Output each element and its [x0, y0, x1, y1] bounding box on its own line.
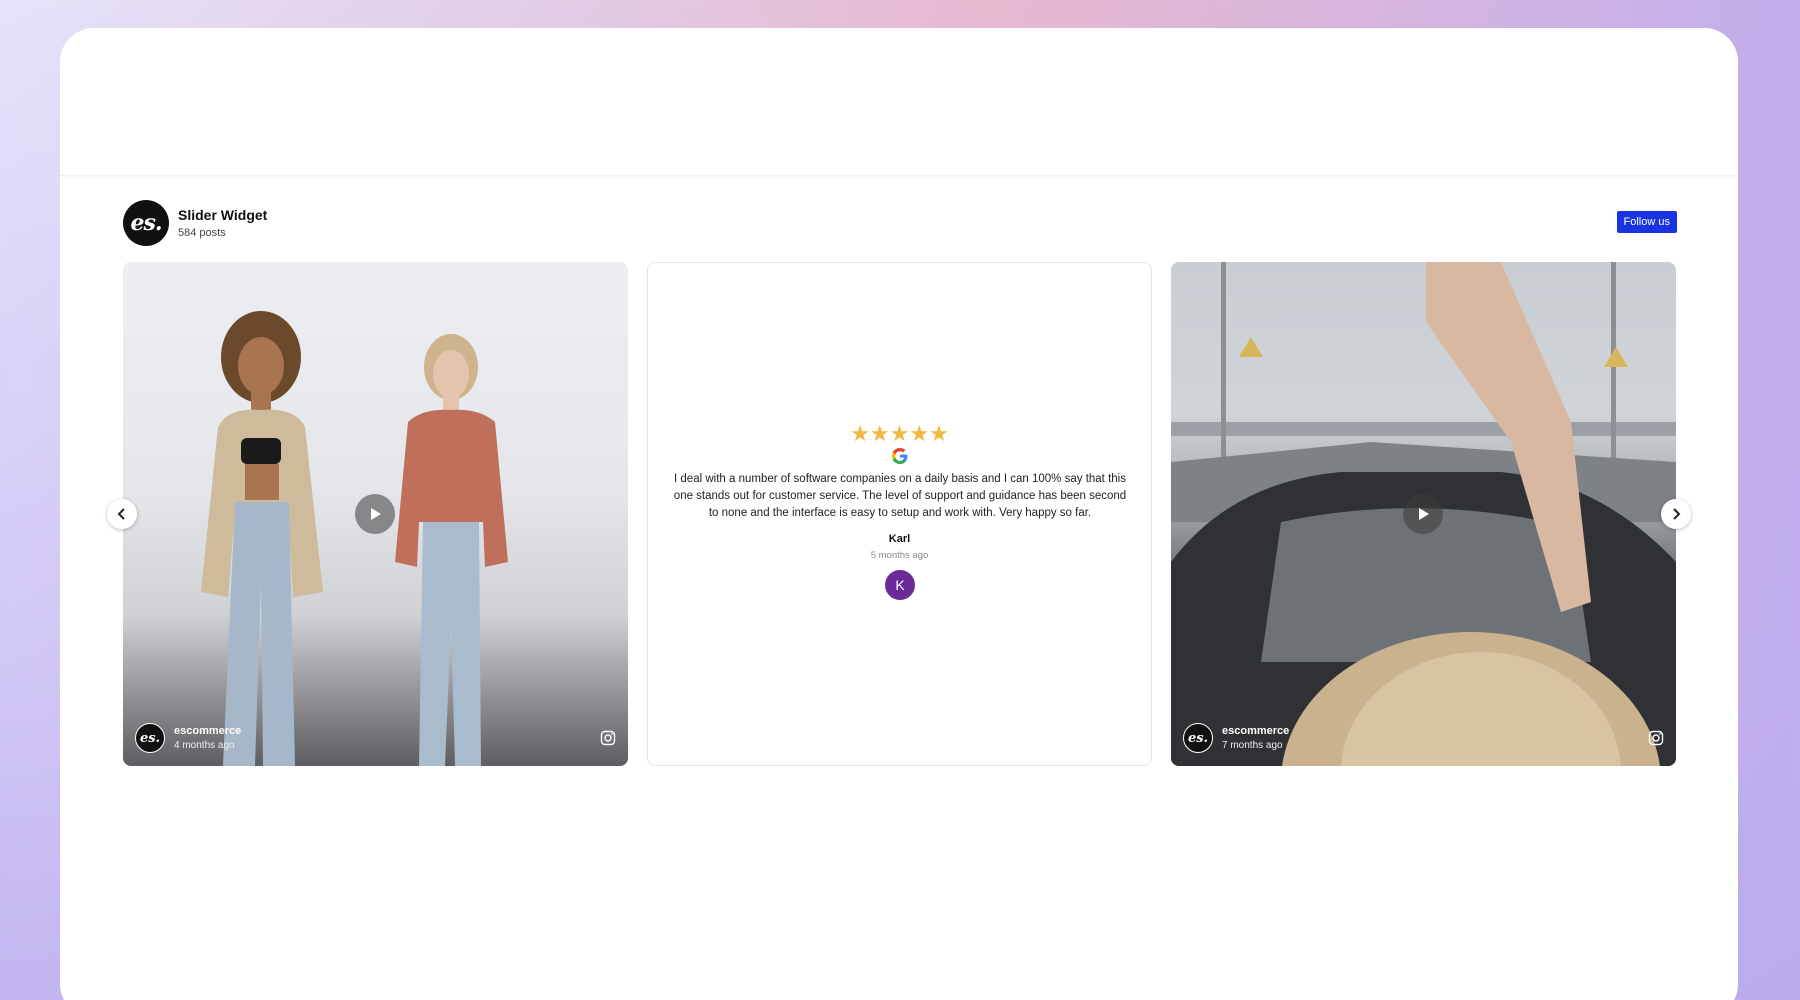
follow-us-button[interactable]: Follow us: [1616, 211, 1677, 233]
review-text: I deal with a number of software compani…: [673, 473, 1127, 519]
frame-top-bar: [60, 28, 1738, 176]
card-timestamp: 4 months ago: [174, 740, 235, 751]
review-card: ★★★★★ I deal with a number of software c…: [647, 262, 1152, 766]
reviewer-avatar: K: [885, 570, 915, 600]
review-timestamp: 5 months ago: [870, 550, 929, 561]
brand-logo: es.: [123, 200, 169, 246]
widget-title: Slider Widget: [178, 207, 268, 223]
chevron-left-icon: [117, 508, 125, 520]
reviewer-name: Karl: [888, 533, 911, 545]
card-username[interactable]: escommerce: [1222, 725, 1289, 737]
slider-prev-button[interactable]: [107, 499, 137, 529]
card-avatar: es.: [1183, 723, 1213, 753]
video-card-2[interactable]: es. escommerce 7 months ago: [1171, 262, 1676, 766]
google-icon: [892, 448, 908, 464]
play-icon: [1419, 508, 1429, 520]
card-avatar: es.: [135, 723, 165, 753]
play-button[interactable]: [355, 494, 395, 534]
play-button[interactable]: [1403, 494, 1443, 534]
widget-frame: es. Slider Widget 584 posts Follow us es…: [60, 28, 1738, 1000]
card-timestamp: 7 months ago: [1222, 740, 1283, 751]
video-card-1[interactable]: es. escommerce 4 months ago: [123, 262, 628, 766]
instagram-icon[interactable]: [1648, 730, 1664, 746]
instagram-icon[interactable]: [600, 730, 616, 746]
rating-stars: ★★★★★: [850, 421, 949, 446]
play-icon: [371, 508, 381, 520]
chevron-right-icon: [1673, 508, 1681, 520]
slider-next-button[interactable]: [1661, 499, 1691, 529]
posts-count: 584 posts: [178, 227, 226, 239]
widget-header: es. Slider Widget 584 posts Follow us: [123, 200, 1677, 248]
card-username[interactable]: escommerce: [174, 725, 241, 737]
